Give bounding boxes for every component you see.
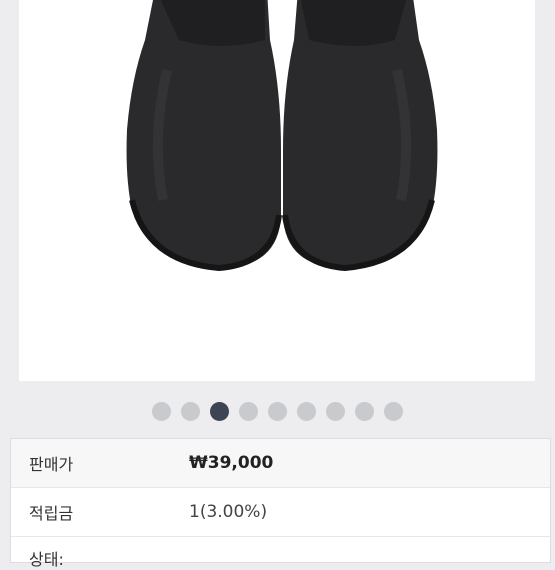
gallery-pagination <box>0 400 555 422</box>
status-label: 상태: <box>29 550 64 569</box>
points-label: 적립금 <box>29 504 74 523</box>
product-image-viewer[interactable] <box>19 0 535 381</box>
points-value: 1(3.00%) <box>189 502 268 522</box>
product-info-table: 판매가 ₩39,000 적립금 1(3.00%) 상태: <box>10 438 551 569</box>
gallery-dot-2[interactable] <box>181 401 200 421</box>
gallery-dot-9[interactable] <box>384 401 403 421</box>
boots-image <box>126 0 438 272</box>
gallery-dot-3[interactable] <box>210 401 229 421</box>
gallery-dot-5[interactable] <box>268 401 287 421</box>
gallery-dot-4[interactable] <box>239 401 258 421</box>
price-row: 판매가 ₩39,000 <box>11 439 550 488</box>
gallery-dot-6[interactable] <box>297 401 316 421</box>
price-value: ₩39,000 <box>189 453 274 473</box>
status-row: 상태: <box>11 538 550 569</box>
points-row: 적립금 1(3.00%) <box>11 488 550 537</box>
gallery-dot-8[interactable] <box>355 401 374 421</box>
gallery-dot-7[interactable] <box>326 401 345 421</box>
gallery-dot-1[interactable] <box>152 401 171 421</box>
price-label: 판매가 <box>29 455 74 474</box>
